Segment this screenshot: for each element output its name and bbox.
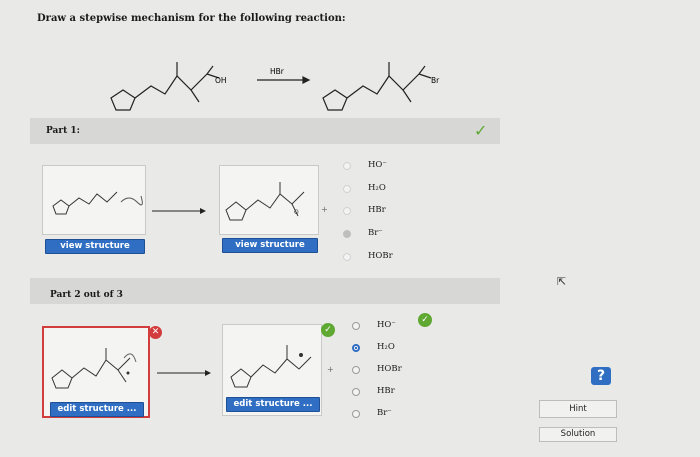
part2-option-label-3: HBr: [377, 386, 395, 396]
reactant-oh-label: OH: [215, 76, 227, 85]
part1-option-label-0: HO⁻: [368, 160, 387, 170]
part1-option-label-1: H₂O: [368, 183, 386, 193]
reagent-label: HBr: [270, 67, 285, 76]
part1-radio-4[interactable]: [343, 253, 351, 261]
part2-option-label-4: Br⁻: [377, 408, 392, 418]
part2-header: Part 2 out of 3: [30, 278, 500, 304]
part2-radio-0[interactable]: [352, 322, 360, 330]
part2-structure-box-2: edit structure ...: [222, 324, 322, 416]
view-structure-button-2[interactable]: view structure: [222, 238, 318, 253]
part2-label: Part 2 out of 3: [50, 290, 123, 300]
part2-radio-1[interactable]: [352, 344, 360, 352]
part1-label: Part 1:: [46, 126, 80, 136]
cursor-icon: ⇱: [557, 275, 567, 288]
hint-button[interactable]: Hint: [539, 400, 617, 418]
part1-structure-box-2: O view structure: [219, 165, 319, 253]
svg-text:O: O: [294, 209, 299, 216]
check-icon: ✓: [321, 323, 335, 337]
part2-structure-1-drawing: [51, 348, 137, 389]
check-icon: ✓: [474, 121, 488, 140]
arrow-icon: [152, 208, 206, 214]
part1-header: Part 1: ✓: [30, 118, 500, 144]
part2-radio-3[interactable]: [352, 388, 360, 396]
part1-radio-3[interactable]: [343, 230, 351, 238]
x-icon: ✕: [149, 326, 162, 339]
part1-structure-1-drawing: [52, 191, 143, 215]
view-structure-button-1[interactable]: view structure: [45, 239, 145, 254]
part2-option-label-0: HO⁻: [377, 320, 396, 330]
help-icon[interactable]: ?: [591, 367, 611, 385]
check-icon: ✓: [418, 313, 432, 327]
part2-structure-2-drawing: [230, 345, 312, 388]
part1-option-label-4: HOBr: [368, 251, 393, 261]
edit-structure-button-1[interactable]: edit structure ...: [50, 402, 144, 417]
solution-button[interactable]: Solution: [539, 427, 617, 442]
edit-structure-button-2[interactable]: edit structure ...: [226, 397, 320, 412]
reaction-scheme: OH HBr Br: [110, 62, 440, 111]
part1-radio-2[interactable]: [343, 207, 351, 215]
part1-radio-1[interactable]: [343, 185, 351, 193]
question-prompt: Draw a stepwise mechanism for the follow…: [37, 13, 346, 24]
arrow-icon: [157, 370, 211, 376]
part1-structure-2-drawing: O: [225, 182, 305, 221]
part1-plus: +: [321, 205, 328, 214]
product-br-label: Br: [431, 76, 440, 85]
part1-option-label-3: Br⁻: [368, 228, 383, 238]
part2-structure-box-1: edit structure ...: [42, 326, 150, 418]
part2-option-label-2: HOBr: [377, 364, 402, 374]
part2-plus: +: [327, 365, 334, 374]
part2-option-label-1: H₂O: [377, 342, 395, 352]
part1-radio-0[interactable]: [343, 162, 351, 170]
part2-radio-2[interactable]: [352, 366, 360, 374]
part1-option-label-2: HBr: [368, 205, 386, 215]
part1-structure-box-1: view structure: [42, 165, 146, 254]
part2-radio-4[interactable]: [352, 410, 360, 418]
